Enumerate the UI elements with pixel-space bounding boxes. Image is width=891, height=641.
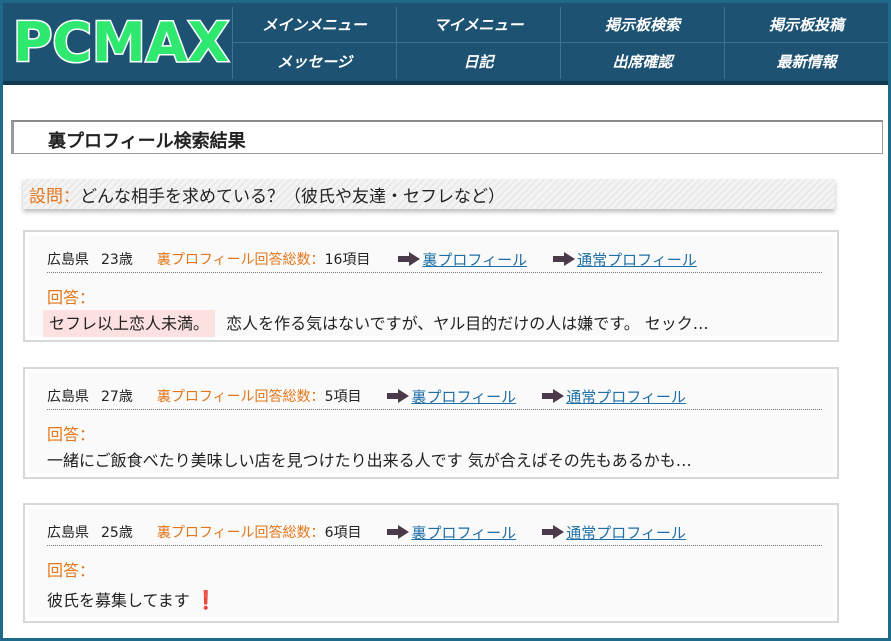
normal-profile-link[interactable]: 通常プロフィール bbox=[542, 386, 686, 407]
normal-profile-link-label: 通常プロフィール bbox=[566, 387, 686, 406]
section-title-box: 裏プロフィール検索結果 bbox=[11, 120, 883, 154]
nav-my-menu[interactable]: マイメニュー bbox=[396, 7, 560, 43]
answer-label: 回答： bbox=[47, 288, 96, 307]
header-divider bbox=[3, 81, 888, 85]
nav-main-menu[interactable]: メインメニュー bbox=[232, 7, 396, 43]
ura-profile-link-label: 裏プロフィール bbox=[411, 387, 517, 406]
ura-profile-link[interactable]: 裏プロフィール bbox=[387, 386, 516, 407]
ura-profile-link-label: 裏プロフィール bbox=[422, 250, 528, 269]
result-prefecture: 広島県 bbox=[47, 252, 89, 268]
result-count-label: 裏プロフィール回答総数： bbox=[156, 525, 325, 541]
question-text: どんな相手を求めている？（彼氏や友達・セフレなど） bbox=[80, 186, 505, 207]
main-nav: メインメニュー マイメニュー 掲示板検索 掲示板投稿 メッセージ 日記 出席確認… bbox=[232, 7, 888, 79]
result-age: 23歳 bbox=[101, 252, 133, 268]
normal-profile-link-label: 通常プロフィール bbox=[577, 250, 697, 269]
ura-profile-link[interactable]: 裏プロフィール bbox=[398, 249, 527, 270]
answer-label: 回答： bbox=[47, 425, 96, 444]
page-frame: PCMAX メインメニュー マイメニュー 掲示板検索 掲示板投稿 メッセージ 日… bbox=[0, 0, 891, 641]
arrow-right-icon bbox=[387, 389, 410, 403]
site-header: PCMAX メインメニュー マイメニュー 掲示板検索 掲示板投稿 メッセージ 日… bbox=[3, 3, 888, 81]
answer-body: 彼氏を募集してます bbox=[47, 591, 190, 610]
normal-profile-link[interactable]: 通常プロフィール bbox=[542, 522, 686, 543]
result-card: 広島県 27歳 裏プロフィール回答総数： 5項目 裏プロフィール 通常プロフィー… bbox=[23, 367, 839, 479]
result-meta: 広島県 23歳 裏プロフィール回答総数： 16項目 裏プロフィール 通常プロフィ… bbox=[47, 246, 822, 273]
answer-body: 一緒にご飯食べたり美味しい店を見つけたり出来る人です 気が合えばその先もあるかも… bbox=[47, 451, 692, 470]
result-prefecture: 広島県 bbox=[47, 389, 89, 405]
nav-diary[interactable]: 日記 bbox=[396, 43, 560, 79]
page-title: 裏プロフィール検索結果 bbox=[48, 131, 246, 152]
arrow-right-icon bbox=[553, 252, 576, 266]
result-count: 5項目 bbox=[324, 389, 362, 405]
normal-profile-link-label: 通常プロフィール bbox=[566, 523, 686, 542]
result-meta: 広島県 25歳 裏プロフィール回答総数： 6項目 裏プロフィール 通常プロフィー… bbox=[47, 519, 822, 546]
answer-text: 彼氏を募集してます ❗ bbox=[47, 587, 217, 611]
result-card: 広島県 25歳 裏プロフィール回答総数： 6項目 裏プロフィール 通常プロフィー… bbox=[23, 503, 839, 623]
nav-board-post[interactable]: 掲示板投稿 bbox=[724, 7, 888, 43]
result-count-label: 裏プロフィール回答総数： bbox=[156, 252, 325, 268]
result-card-inner: 広島県 27歳 裏プロフィール回答総数： 5項目 裏プロフィール 通常プロフィー… bbox=[29, 373, 833, 473]
result-card-inner: 広島県 25歳 裏プロフィール回答総数： 6項目 裏プロフィール 通常プロフィー… bbox=[29, 509, 833, 617]
result-meta: 広島県 27歳 裏プロフィール回答総数： 5項目 裏プロフィール 通常プロフィー… bbox=[47, 383, 822, 410]
answer-body: 恋人を作る気はないですが、ヤル目的だけの人は嫌です。 セック… bbox=[226, 314, 709, 333]
arrow-right-icon bbox=[542, 389, 565, 403]
arrow-right-icon bbox=[542, 525, 565, 539]
result-age: 25歳 bbox=[101, 525, 133, 541]
nav-message[interactable]: メッセージ bbox=[232, 43, 396, 79]
question-label: 設問： bbox=[29, 186, 80, 207]
answer-highlight: セフレ以上恋人未満。 bbox=[43, 310, 216, 337]
arrow-right-icon bbox=[398, 252, 421, 266]
logo-text: PCMAX bbox=[13, 11, 229, 74]
pcmax-logo[interactable]: PCMAX bbox=[11, 9, 231, 75]
result-card: 広島県 23歳 裏プロフィール回答総数： 16項目 裏プロフィール 通常プロフィ… bbox=[23, 230, 839, 342]
nav-attendance[interactable]: 出席確認 bbox=[560, 43, 724, 79]
arrow-right-icon bbox=[387, 525, 410, 539]
result-prefecture: 広島県 bbox=[47, 525, 89, 541]
result-card-inner: 広島県 23歳 裏プロフィール回答総数： 16項目 裏プロフィール 通常プロフィ… bbox=[29, 236, 833, 337]
question-banner: 設問： どんな相手を求めている？（彼氏や友達・セフレなど） bbox=[23, 179, 835, 209]
ura-profile-link-label: 裏プロフィール bbox=[411, 523, 517, 542]
ura-profile-link[interactable]: 裏プロフィール bbox=[387, 522, 516, 543]
exclamation-icon: ❗ bbox=[194, 590, 218, 611]
result-age: 27歳 bbox=[101, 389, 133, 405]
answer-text: セフレ以上恋人未満。 恋人を作る気はないですが、ヤル目的だけの人は嫌です。 セッ… bbox=[43, 310, 709, 337]
answer-label: 回答： bbox=[47, 561, 96, 580]
result-count: 6項目 bbox=[324, 525, 362, 541]
nav-board-search[interactable]: 掲示板検索 bbox=[560, 7, 724, 43]
result-count: 16項目 bbox=[324, 252, 371, 268]
result-count-label: 裏プロフィール回答総数： bbox=[156, 389, 325, 405]
normal-profile-link[interactable]: 通常プロフィール bbox=[553, 249, 697, 270]
nav-latest-info[interactable]: 最新情報 bbox=[724, 43, 888, 79]
